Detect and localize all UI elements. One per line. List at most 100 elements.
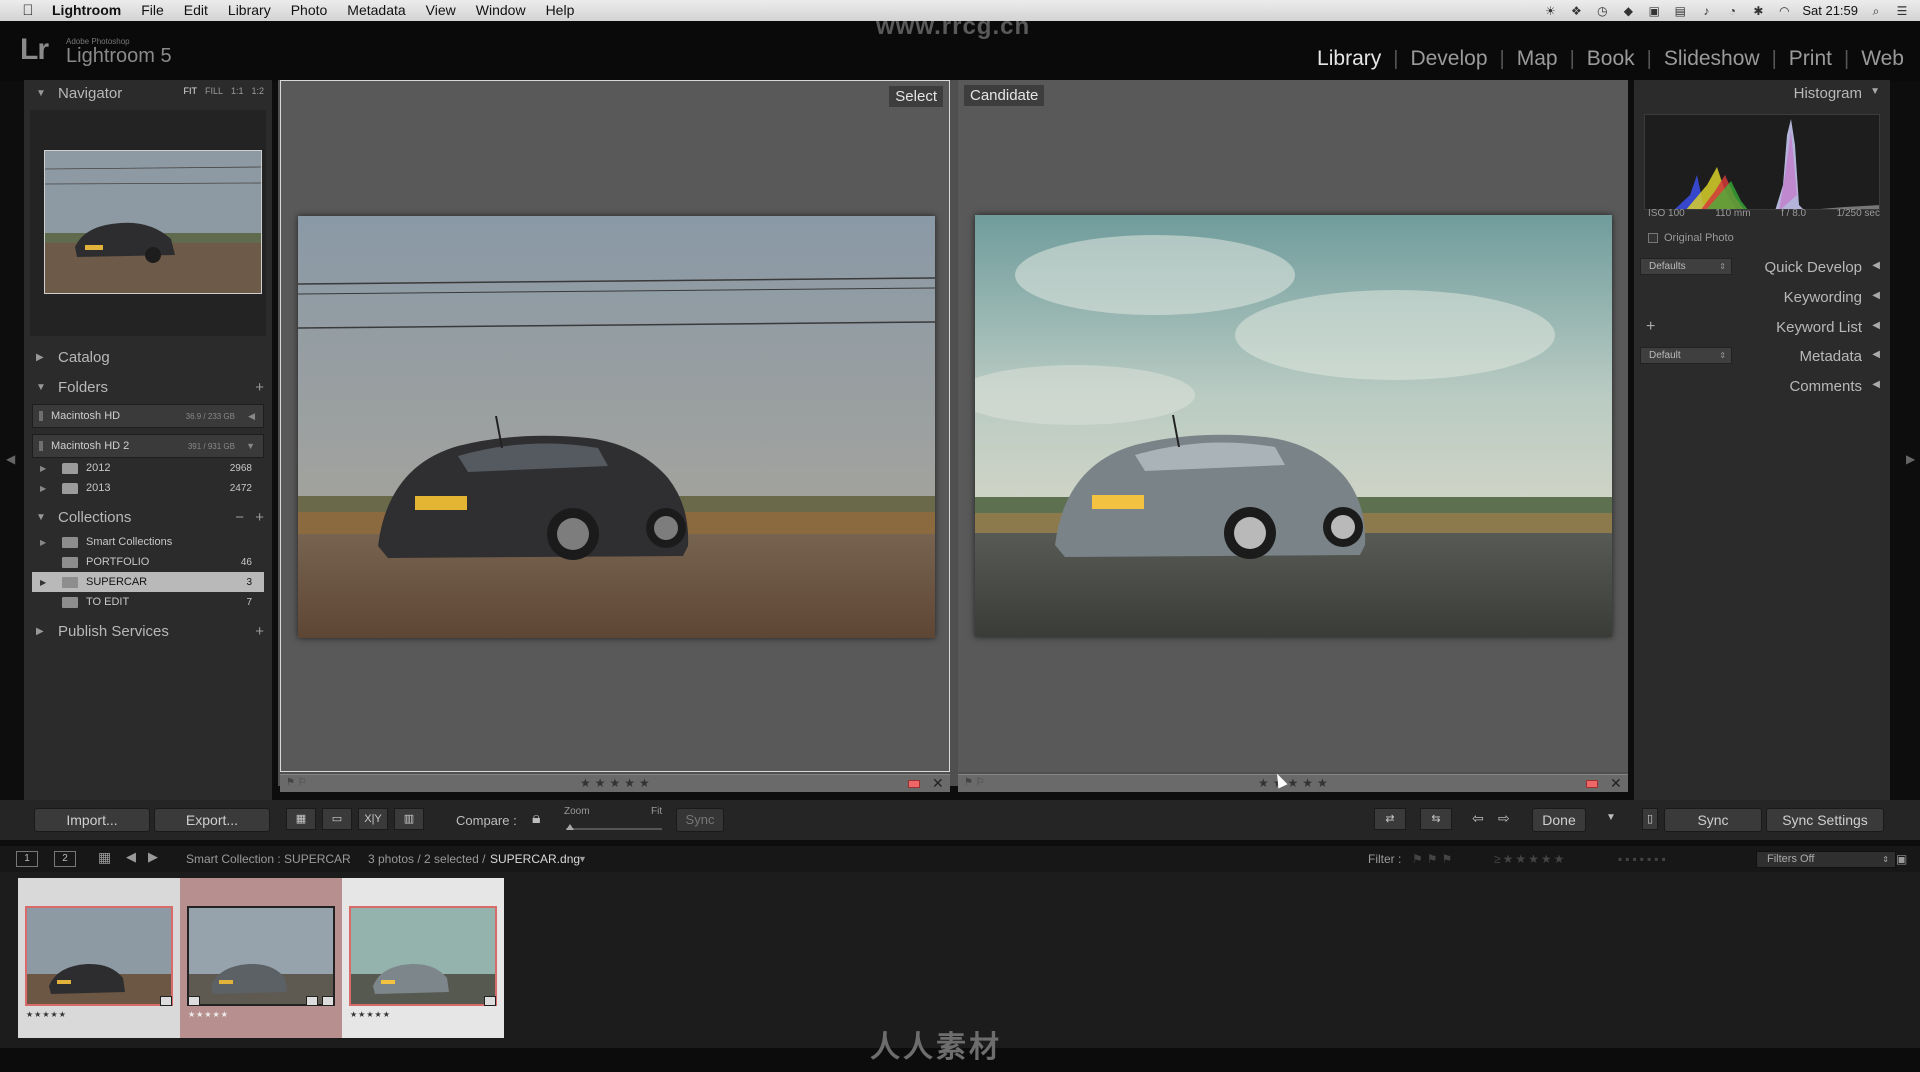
volume-macintosh-hd-2[interactable]: Macintosh HD 2 391 / 931 GB ▼ bbox=[32, 434, 264, 458]
timemachine-icon[interactable]: ◷ bbox=[1594, 4, 1610, 18]
collection-portfolio[interactable]: PORTFOLIO 46 bbox=[32, 552, 264, 572]
select-rating[interactable]: ★★★★★ bbox=[580, 776, 654, 790]
quick-develop-preset-select[interactable]: Defaults ⇕ bbox=[1640, 258, 1732, 275]
metadata-preset-select[interactable]: Default ⇕ bbox=[1640, 347, 1732, 364]
sync-settings-button[interactable]: Sync Settings bbox=[1766, 808, 1884, 832]
display-icon[interactable]: ▤ bbox=[1672, 4, 1688, 18]
candidate-pane[interactable]: Candidate bbox=[958, 80, 1628, 772]
survey-view-icon[interactable]: ▥ bbox=[394, 808, 424, 830]
collections-header[interactable]: ▼ Collections − + bbox=[24, 504, 272, 530]
module-book[interactable]: Book bbox=[1575, 47, 1647, 71]
screen-icon[interactable]: ▣ bbox=[1646, 4, 1662, 18]
candidate-photo[interactable] bbox=[975, 215, 1612, 637]
filter-flags-icon[interactable]: ⚑⚑⚑ bbox=[1412, 852, 1456, 866]
navigator-thumbnail[interactable] bbox=[44, 150, 262, 294]
flag-icons[interactable]: ⚑ ⚐ bbox=[286, 777, 307, 788]
metadata-header[interactable]: Default ⇕ Metadata ◀ bbox=[1634, 343, 1890, 369]
thumbnail[interactable] bbox=[349, 906, 497, 1006]
forward-arrow-icon[interactable]: ▶ bbox=[148, 849, 158, 865]
toolbar-menu-icon[interactable]: ▼ bbox=[1606, 812, 1616, 823]
module-map[interactable]: Map bbox=[1505, 47, 1570, 71]
add-keyword-icon[interactable]: + bbox=[1646, 318, 1655, 336]
dropbox-icon[interactable]: ❖ bbox=[1568, 4, 1584, 18]
histogram-header[interactable]: Histogram ▼ bbox=[1634, 80, 1890, 106]
menu-photo[interactable]: Photo bbox=[281, 0, 338, 21]
spotlight-icon[interactable]: ⌕ bbox=[1868, 4, 1884, 18]
thumbnail[interactable] bbox=[25, 906, 173, 1006]
zoom-1-1[interactable]: 1:1 bbox=[231, 86, 244, 96]
menu-window[interactable]: Window bbox=[466, 0, 536, 21]
export-button[interactable]: Export... bbox=[154, 808, 270, 832]
expand-triangle-icon[interactable]: ▶ bbox=[40, 538, 52, 547]
menu-app[interactable]: Lightroom bbox=[42, 0, 131, 21]
menu-help[interactable]: Help bbox=[536, 0, 585, 21]
right-panel-toggle-icon[interactable]: ▶ bbox=[1906, 452, 1915, 466]
original-photo-checkbox[interactable] bbox=[1648, 233, 1658, 243]
make-select-icon[interactable]: ⇆ bbox=[1420, 808, 1452, 830]
original-photo-toggle[interactable]: Original Photo bbox=[1648, 232, 1734, 244]
collection-supercar[interactable]: ▶ SUPERCAR 3 bbox=[32, 572, 264, 592]
menu-metadata[interactable]: Metadata bbox=[337, 0, 415, 21]
clock-icon[interactable]: ◔ bbox=[1724, 4, 1740, 18]
filmstrip-source[interactable]: Smart Collection : SUPERCAR bbox=[186, 852, 351, 866]
filter-labels-icon[interactable]: ▪▪▪▪▪▪▪ bbox=[1618, 852, 1669, 866]
thumbnail-rating[interactable]: ★★★★★ bbox=[26, 1010, 67, 1019]
thumbnail-rating[interactable]: ★★★★★ bbox=[350, 1010, 391, 1019]
candidate-rating[interactable]: ★★★★★ bbox=[1258, 776, 1332, 790]
filters-off-select[interactable]: Filters Off ⇕ bbox=[1756, 851, 1896, 868]
toolbar-sync-button[interactable]: Sync bbox=[676, 808, 724, 832]
done-button[interactable]: Done bbox=[1532, 808, 1586, 832]
keyword-list-header[interactable]: + Keyword List ◀ bbox=[1634, 314, 1890, 340]
brightness-icon[interactable]: ☀ bbox=[1542, 4, 1558, 18]
publish-services-header[interactable]: ▶ Publish Services + bbox=[24, 618, 272, 644]
collection-smart-collections[interactable]: ▶ Smart Collections bbox=[32, 532, 264, 552]
import-button[interactable]: Import... bbox=[34, 808, 150, 832]
histogram-graph[interactable] bbox=[1644, 114, 1880, 210]
folder-2013[interactable]: ▶ 2013 2472 bbox=[32, 478, 264, 498]
thumbnail-rating[interactable]: ★★★★★ bbox=[188, 1010, 229, 1019]
zoom-fill[interactable]: FILL bbox=[205, 86, 223, 96]
filmstrip-cell[interactable]: ★★★★★ bbox=[180, 878, 342, 1038]
module-print[interactable]: Print bbox=[1777, 47, 1844, 71]
menubar-clock[interactable]: Sat 21:59 bbox=[1802, 3, 1858, 18]
catalog-header[interactable]: ▶ Catalog bbox=[24, 344, 272, 370]
remove-collection-icon[interactable]: − bbox=[235, 509, 244, 526]
expand-triangle-icon[interactable]: ▶ bbox=[40, 464, 52, 473]
menu-edit[interactable]: Edit bbox=[174, 0, 218, 21]
evernote-icon[interactable]: ◆ bbox=[1620, 4, 1636, 18]
previous-arrow-icon[interactable]: ⇦ bbox=[1472, 810, 1484, 827]
filter-stars-icon[interactable]: ≥★★★★★ bbox=[1494, 852, 1566, 866]
navigator-header[interactable]: ▼ Navigator FIT FILL 1:1 1:2 bbox=[24, 80, 272, 106]
next-arrow-icon[interactable]: ⇨ bbox=[1498, 810, 1510, 827]
collection-to-edit[interactable]: TO EDIT 7 bbox=[32, 592, 264, 612]
zoom-slider[interactable] bbox=[566, 828, 662, 830]
volume-menu-icon[interactable]: ◀ bbox=[248, 411, 255, 422]
zoom-1-2[interactable]: 1:2 bbox=[251, 86, 264, 96]
module-slideshow[interactable]: Slideshow bbox=[1652, 47, 1772, 71]
add-folder-icon[interactable]: + bbox=[255, 379, 264, 396]
secondary-screen-button[interactable]: 2 bbox=[54, 851, 76, 867]
compare-view-icon[interactable]: X|Y bbox=[358, 808, 388, 830]
filmstrip-filename[interactable]: SUPERCAR.dng bbox=[490, 852, 580, 866]
grid-view-icon[interactable]: ▦ bbox=[286, 808, 316, 830]
select-pane[interactable]: Select bbox=[280, 80, 950, 772]
thumbnail[interactable] bbox=[187, 906, 335, 1006]
left-panel-toggle-icon[interactable]: ◀ bbox=[6, 452, 15, 466]
expand-triangle-icon[interactable]: ▶ bbox=[40, 484, 52, 493]
back-arrow-icon[interactable]: ◀ bbox=[126, 849, 136, 865]
flag-icons[interactable]: ⚑ ⚐ bbox=[964, 777, 985, 788]
color-label-red[interactable] bbox=[908, 780, 920, 788]
swap-icon[interactable]: ⇄ bbox=[1374, 808, 1406, 830]
add-publish-service-icon[interactable]: + bbox=[255, 623, 264, 640]
bluetooth-icon[interactable]: ✱ bbox=[1750, 4, 1766, 18]
module-develop[interactable]: Develop bbox=[1398, 47, 1499, 71]
close-icon[interactable]: ✕ bbox=[932, 775, 944, 792]
sync-button[interactable]: Sync bbox=[1664, 808, 1762, 832]
close-icon[interactable]: ✕ bbox=[1610, 775, 1622, 792]
menu-file[interactable]: File bbox=[131, 0, 174, 21]
zoom-slider-knob[interactable] bbox=[566, 824, 574, 830]
volume-macintosh-hd[interactable]: Macintosh HD 36.9 / 233 GB ◀ bbox=[32, 404, 264, 428]
filename-menu-icon[interactable]: ▼ bbox=[578, 854, 587, 864]
add-collection-icon[interactable]: + bbox=[255, 509, 264, 526]
notification-icon[interactable]: ☰ bbox=[1894, 4, 1910, 18]
